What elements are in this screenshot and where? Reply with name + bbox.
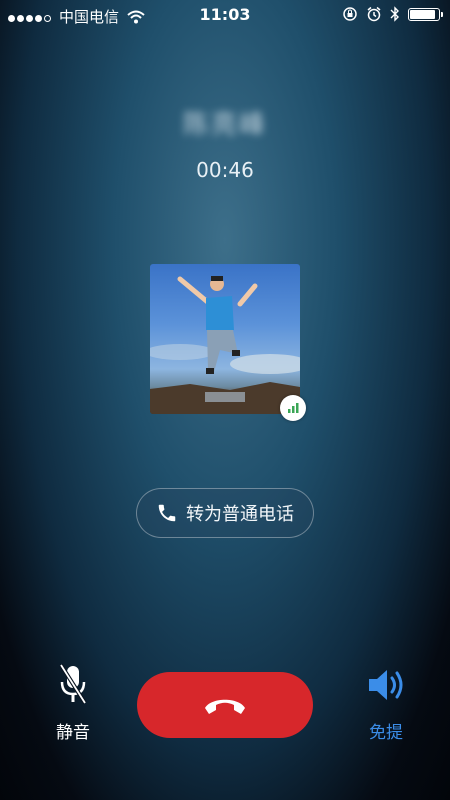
alarm-icon xyxy=(367,6,381,22)
signal-quality-icon xyxy=(280,395,306,421)
bluetooth-icon xyxy=(390,6,399,22)
video-preview[interactable] xyxy=(150,264,300,414)
caller-name: 陈亮峰 xyxy=(182,110,267,140)
call-duration: 00:46 xyxy=(196,158,254,182)
speaker-button[interactable]: 免提 xyxy=(346,662,426,743)
speaker-icon xyxy=(369,670,403,700)
status-right xyxy=(342,6,443,22)
switch-to-normal-call-label: 转为普通电话 xyxy=(186,504,294,525)
speaker-label: 免提 xyxy=(369,723,403,743)
battery-level xyxy=(410,9,436,19)
rotation-lock-icon xyxy=(343,7,357,21)
caller-video-image xyxy=(150,276,300,414)
microphone-off-icon xyxy=(59,663,87,705)
phone-icon xyxy=(158,504,176,522)
battery-icon xyxy=(408,7,443,21)
phone-hangup-icon xyxy=(205,699,245,714)
mute-label: 静音 xyxy=(56,723,90,743)
status-bar: 中国电信 11:03 xyxy=(0,0,450,30)
mute-button[interactable]: 静音 xyxy=(33,662,113,743)
hang-up-button[interactable] xyxy=(137,672,313,738)
switch-to-normal-call-button[interactable]: 转为普通电话 xyxy=(136,488,314,538)
